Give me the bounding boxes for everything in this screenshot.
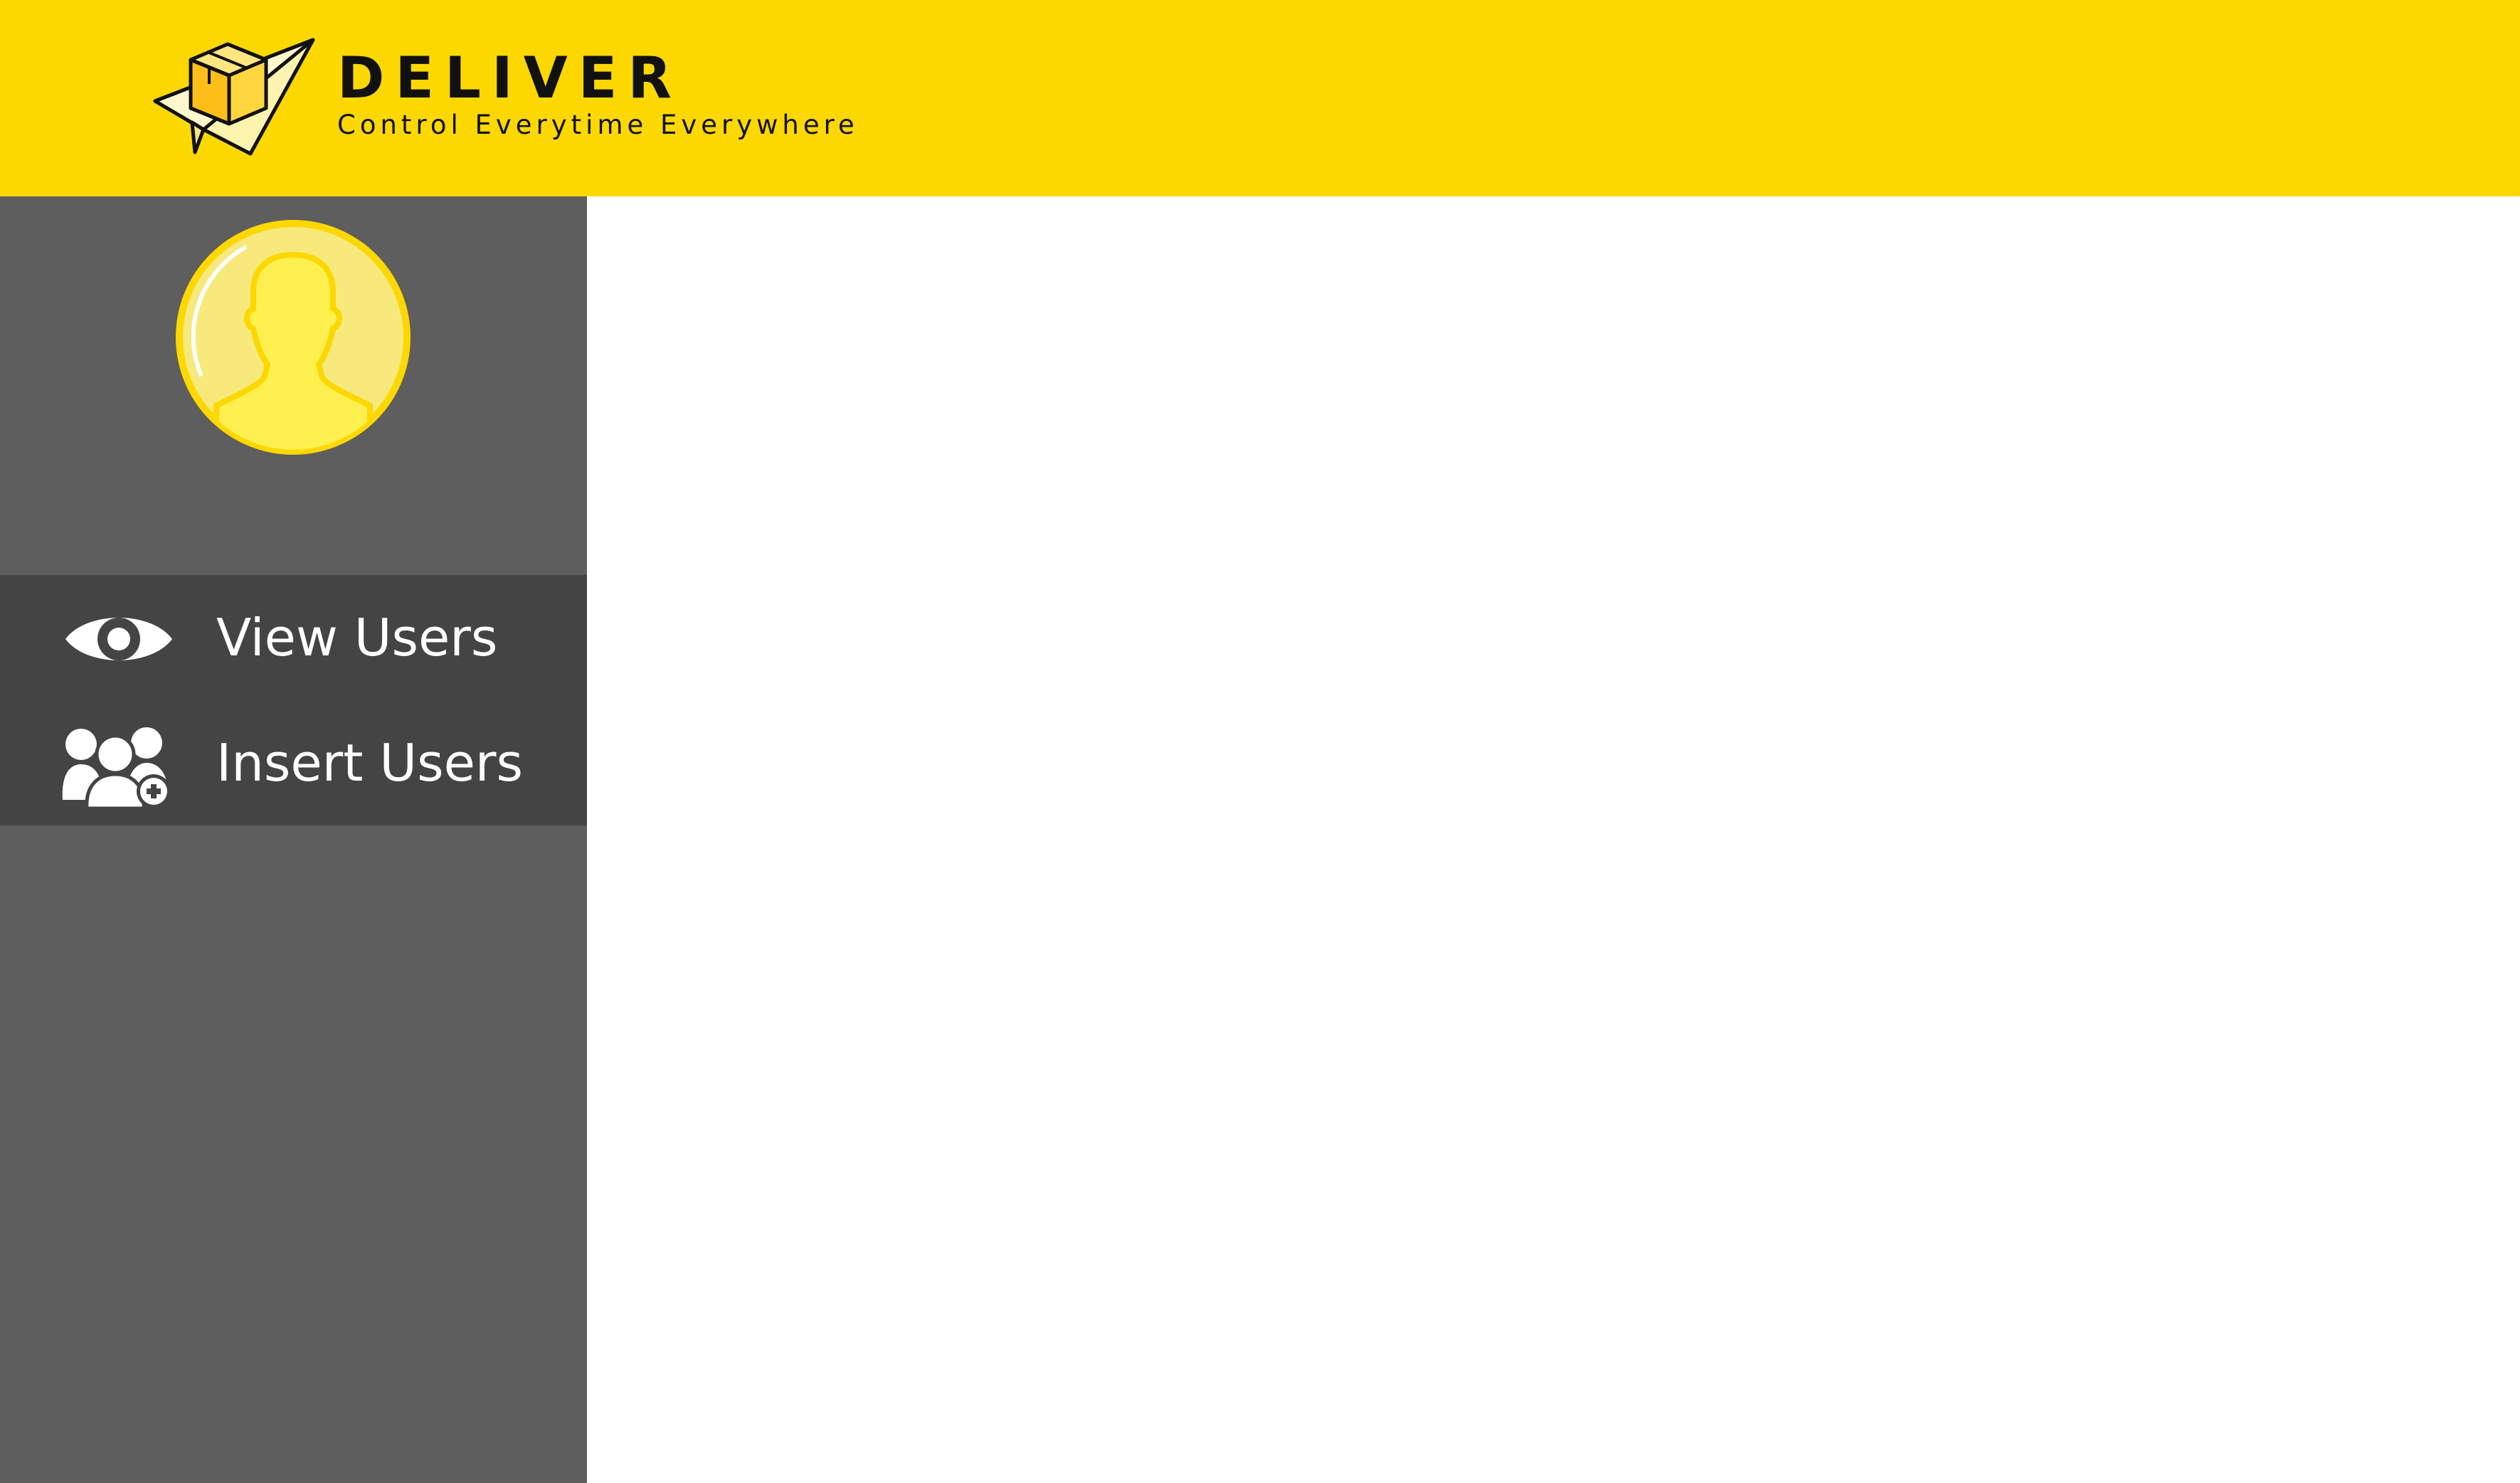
- sidebar-item-label: Insert Users: [216, 733, 524, 793]
- brand-name: DELIVER: [337, 45, 682, 111]
- sidebar-item-label: View Users: [216, 608, 498, 667]
- brand-tagline: Control Everytime Everywhere: [337, 110, 859, 140]
- main-content: [587, 196, 2520, 1483]
- app-header: DELIVER Control Everytime Everywhere: [0, 0, 2520, 196]
- sidebar: View Users Insert Users: [0, 196, 587, 1483]
- user-avatar-icon[interactable]: [174, 218, 413, 457]
- eye-icon: [58, 595, 179, 683]
- add-users-icon: [58, 720, 179, 811]
- sidebar-nav: View Users Insert Users: [0, 575, 587, 825]
- box-paper-plane-icon[interactable]: [152, 31, 317, 157]
- sidebar-item-insert-users[interactable]: Insert Users: [0, 700, 587, 825]
- sidebar-item-view-users[interactable]: View Users: [0, 575, 587, 700]
